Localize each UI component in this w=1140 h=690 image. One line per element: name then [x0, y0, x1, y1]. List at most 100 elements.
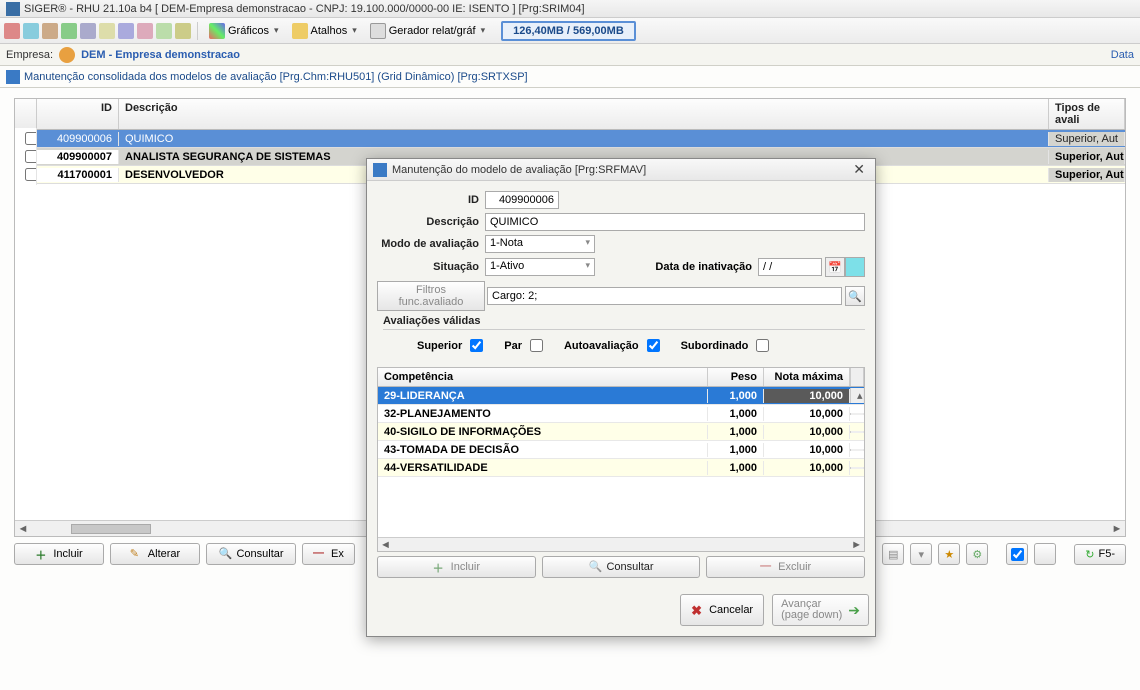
minus-icon: —: [313, 547, 327, 561]
row-checkbox[interactable]: [25, 168, 37, 181]
cancel-icon: ✖: [691, 603, 705, 617]
filtros-input[interactable]: [487, 287, 842, 305]
filtros-button[interactable]: Filtros func.avaliado: [377, 281, 485, 311]
grid-header-tipos[interactable]: Tipos de avali: [1049, 99, 1125, 129]
incluir-button[interactable]: ＋Incluir: [14, 543, 104, 565]
toolbar-icon-5[interactable]: [80, 23, 96, 39]
toolbar-icon-10[interactable]: [175, 23, 191, 39]
avancar-label-2: (page down): [781, 610, 842, 621]
square-btn-3[interactable]: ▤: [882, 543, 904, 565]
ig-row[interactable]: 32-PLANEJAMENTO 1,000 10,000: [378, 405, 864, 423]
situacao-label: Situação: [377, 261, 485, 273]
ig-nota: 10,000: [764, 389, 850, 403]
square-btn-7[interactable]: [1006, 543, 1028, 565]
empresa-value[interactable]: DEM - Empresa demonstracao: [81, 49, 240, 61]
competencia-grid: Competência Peso Nota máxima 29-LIDERANÇ…: [377, 367, 865, 552]
data-inat-input[interactable]: [758, 258, 822, 276]
avaliacoes-fieldset-label: Avaliações válidas: [383, 315, 865, 330]
grid-row[interactable]: 409900006 QUIMICO Superior, Aut: [15, 130, 1125, 148]
ig-body: 29-LIDERANÇA 1,000 10,000 ▴ 32-PLANEJAME…: [378, 387, 864, 537]
ig-row[interactable]: 40-SIGILO DE INFORMAÇÕES 1,000 10,000: [378, 423, 864, 441]
subordinado-checkbox[interactable]: [756, 339, 769, 352]
toolbar-icon-4[interactable]: [61, 23, 77, 39]
shortcut-icon: [292, 23, 308, 39]
square-btn-8[interactable]: [1034, 543, 1056, 565]
ig-row[interactable]: 44-VERSATILIDADE 1,000 10,000: [378, 459, 864, 477]
autoavaliacao-label: Autoavaliação: [564, 340, 639, 352]
row-id: 409900006: [37, 132, 119, 146]
id-label: ID: [377, 194, 485, 206]
scroll-thumb[interactable]: [71, 524, 151, 534]
descricao-label: Descrição: [377, 216, 485, 228]
superior-checkbox[interactable]: [470, 339, 483, 352]
excluir-label: Ex: [331, 548, 344, 560]
gerador-dropdown[interactable]: Gerador relat/gráf: [365, 20, 490, 42]
modal-titlebar[interactable]: Manutenção do modelo de avaliação [Prg:S…: [367, 159, 875, 181]
scroll-left-icon[interactable]: ◄: [380, 539, 391, 551]
gerador-label: Gerador relat/gráf: [389, 25, 476, 37]
close-icon[interactable]: ✕: [849, 161, 869, 178]
consultar-button[interactable]: 🔍Consultar: [206, 543, 296, 565]
ig-header-comp[interactable]: Competência: [378, 368, 708, 386]
descricao-input[interactable]: [485, 213, 865, 231]
square-btn-5[interactable]: ★: [938, 543, 960, 565]
square-btn-4[interactable]: ▾: [910, 543, 932, 565]
data-inat-label: Data de inativação: [655, 261, 758, 273]
f5-button[interactable]: ↻F5-: [1074, 544, 1126, 565]
row-tipos: Superior, Aut: [1049, 132, 1125, 146]
alterar-button[interactable]: ✎Alterar: [110, 543, 200, 565]
square-btn-6[interactable]: ⚙: [966, 543, 988, 565]
ig-row[interactable]: 29-LIDERANÇA 1,000 10,000 ▴: [378, 387, 864, 405]
row-checkbox[interactable]: [25, 132, 37, 145]
ig-header-nota[interactable]: Nota máxima: [764, 368, 850, 386]
calendar-icon[interactable]: 📅: [825, 257, 845, 277]
toggle-checkbox[interactable]: [1011, 548, 1024, 561]
modal-consultar-button[interactable]: 🔍Consultar: [542, 556, 701, 578]
ig-hscrollbar[interactable]: ◄ ►: [378, 537, 864, 551]
empresa-label: Empresa:: [6, 49, 53, 61]
toolbar-icon-1[interactable]: [4, 23, 20, 39]
modal-excluir-button[interactable]: —Excluir: [706, 556, 865, 578]
cancelar-button[interactable]: ✖ Cancelar: [680, 594, 764, 626]
toolbar-icon-6[interactable]: [99, 23, 115, 39]
toolbar-icon-2[interactable]: [23, 23, 39, 39]
minus-icon: —: [760, 560, 774, 574]
toolbar-icon-9[interactable]: [156, 23, 172, 39]
toolbar-icon-8[interactable]: [137, 23, 153, 39]
id-input[interactable]: [485, 191, 559, 209]
row-checkbox[interactable]: [25, 150, 37, 163]
avancar-button[interactable]: Avançar (page down) ➔: [772, 594, 869, 626]
report-icon: [370, 23, 386, 39]
modal-incluir-button[interactable]: ＋Incluir: [377, 556, 536, 578]
ig-header: Competência Peso Nota máxima: [378, 368, 864, 387]
situacao-select[interactable]: 1-Ativo: [485, 258, 595, 276]
tab-title[interactable]: Manutenção consolidada dos modelos de av…: [24, 71, 528, 83]
toolbar-icon-3[interactable]: [42, 23, 58, 39]
scroll-left-icon[interactable]: ◄: [15, 523, 31, 535]
filter-icon: ▾: [919, 548, 925, 561]
modo-select[interactable]: 1-Nota: [485, 235, 595, 253]
ig-header-peso[interactable]: Peso: [708, 368, 764, 386]
scroll-right-icon[interactable]: ►: [851, 539, 862, 551]
search-icon[interactable]: 🔍: [845, 286, 865, 306]
date-label: Data: [1111, 49, 1134, 61]
ig-peso: 1,000: [708, 443, 764, 457]
ig-row[interactable]: 43-TOMADA DE DECISÃO 1,000 10,000: [378, 441, 864, 459]
grid-header-id[interactable]: ID: [37, 99, 119, 129]
grid-header-row: ID Descrição Tipos de avali: [15, 99, 1125, 130]
grid-header-descricao[interactable]: Descrição: [119, 99, 1049, 129]
row-id: 411700001: [37, 168, 119, 182]
atalhos-dropdown[interactable]: Atalhos: [287, 20, 362, 42]
graficos-dropdown[interactable]: Gráficos: [204, 20, 284, 42]
autoavaliacao-checkbox[interactable]: [647, 339, 660, 352]
par-checkbox[interactable]: [530, 339, 543, 352]
tab-strip: Manutenção consolidada dos modelos de av…: [0, 66, 1140, 88]
main-toolbar: Gráficos Atalhos Gerador relat/gráf 126,…: [0, 18, 1140, 44]
avaliacoes-checkrow: Superior Par Autoavaliação Subordinado: [377, 332, 865, 361]
modo-label: Modo de avaliação: [377, 238, 485, 250]
excluir-button-trunc[interactable]: — Ex: [302, 543, 355, 565]
scroll-up-icon[interactable]: ▴: [850, 388, 864, 403]
scroll-right-icon[interactable]: ►: [1109, 523, 1125, 535]
ig-peso: 1,000: [708, 407, 764, 421]
toolbar-icon-7[interactable]: [118, 23, 134, 39]
